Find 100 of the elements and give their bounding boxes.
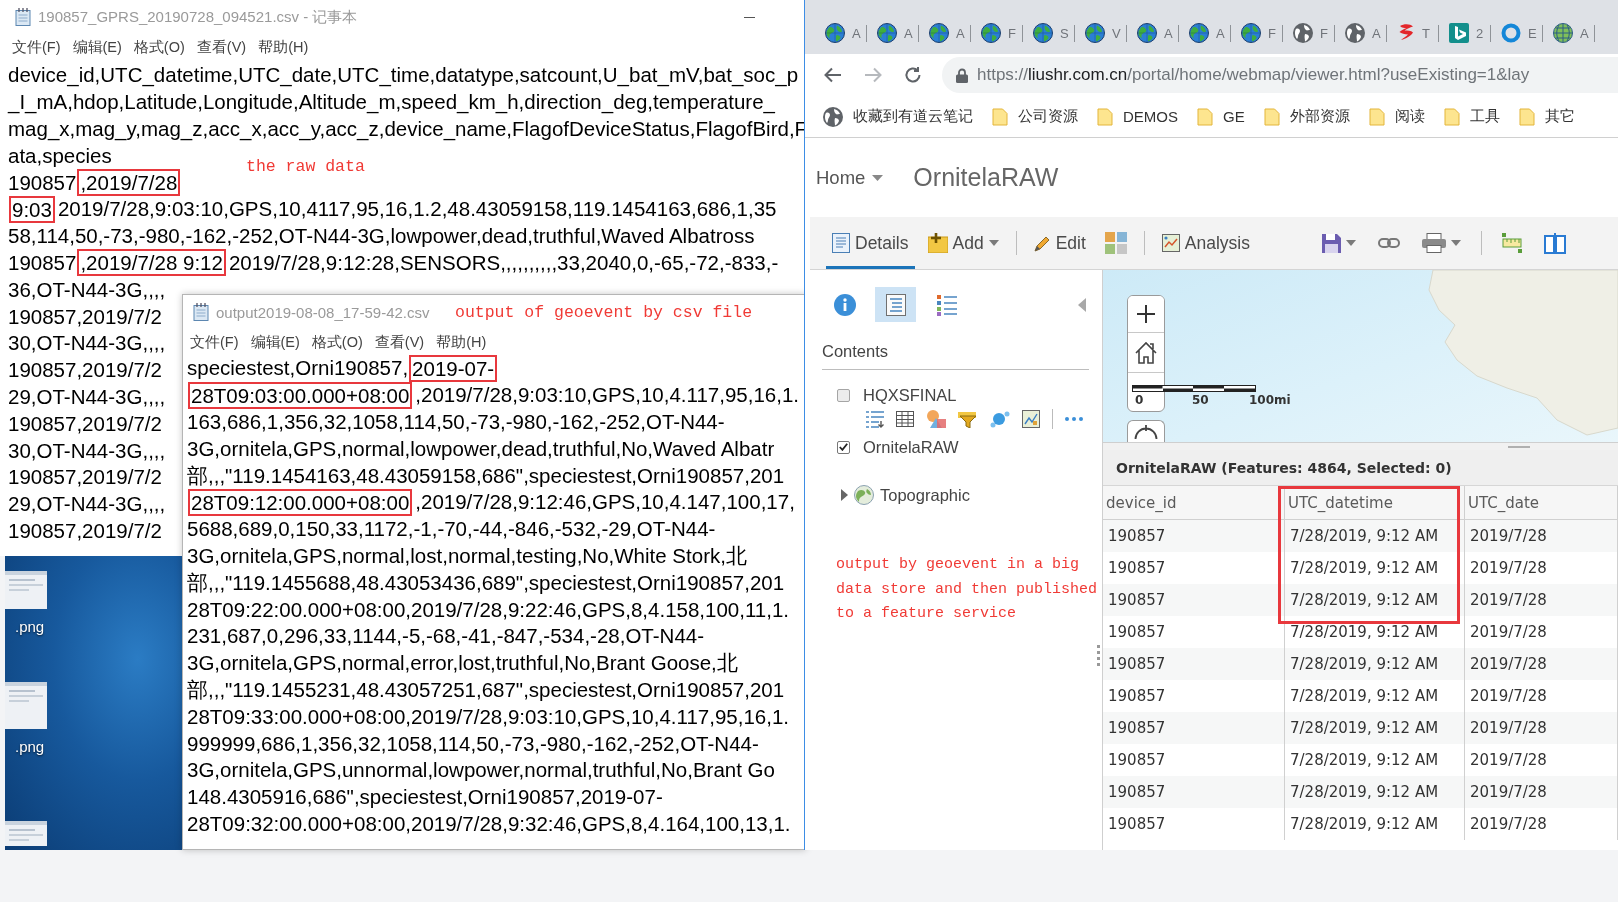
checkbox[interactable] bbox=[837, 388, 850, 402]
menu-item[interactable]: 文件(F) bbox=[190, 332, 239, 352]
file-thumbnail-icon bbox=[5, 821, 47, 846]
column-header[interactable]: device_id bbox=[1103, 486, 1285, 520]
bookmark-item[interactable]: 外部资源 bbox=[1263, 107, 1350, 126]
zoom-in-button[interactable] bbox=[1128, 296, 1164, 333]
menu-item[interactable]: 帮助(H) bbox=[258, 37, 309, 57]
home-menu[interactable]: Home bbox=[816, 166, 884, 189]
text-line: 231,687,0,296,33,1144,-5,-68,-41,-847,-534,-28,OT-N44- bbox=[187, 624, 704, 649]
table-cell: 2019/7/28 bbox=[1465, 648, 1618, 680]
home-icon bbox=[1134, 340, 1158, 365]
globe-icon bbox=[1345, 23, 1365, 43]
bookmark-item[interactable]: 阅读 bbox=[1368, 107, 1425, 126]
menu-item[interactable]: 编辑(E) bbox=[72, 37, 122, 57]
menu-item[interactable]: 格式(O) bbox=[133, 37, 185, 57]
layer-name[interactable]: OrnitelaRAW bbox=[863, 437, 959, 457]
table-cell: 7/28/2019, 9:12 AM bbox=[1285, 648, 1465, 680]
layer-name[interactable]: Topographic bbox=[880, 485, 970, 505]
browser-tab[interactable]: T bbox=[1387, 16, 1439, 50]
globe-icon bbox=[1085, 23, 1105, 43]
add-icon bbox=[927, 233, 948, 253]
resize-handle-icon[interactable] bbox=[1508, 445, 1530, 448]
caret-icon[interactable] bbox=[840, 489, 848, 501]
browser-tab[interactable]: 2 bbox=[1439, 16, 1491, 50]
file-name[interactable]: .png bbox=[5, 737, 45, 757]
collapse-icon bbox=[1078, 297, 1086, 312]
text-line: 36,OT-N44-3G,,,, bbox=[8, 277, 166, 302]
scale-label: 50 bbox=[1192, 393, 1209, 407]
add-button[interactable]: Add bbox=[921, 217, 1005, 269]
table-cell: 2019/7/28 bbox=[1465, 520, 1618, 552]
browser-tab[interactable]: F bbox=[1231, 16, 1283, 50]
list-icon[interactable] bbox=[866, 410, 884, 428]
map-view[interactable]: 0 50 100mi bbox=[1103, 270, 1618, 442]
checkbox[interactable] bbox=[837, 440, 850, 454]
collapse-button[interactable] bbox=[1078, 297, 1086, 312]
text-line: 190857,2019/7/2 bbox=[8, 518, 162, 543]
browser-tab[interactable]: F bbox=[971, 16, 1023, 50]
window-title: output2019-08-08_17-59-42.csv bbox=[216, 303, 430, 321]
address-bar[interactable]: https://liushr.com.cn/portal/home/webmap/viewer.html?useExisting=1&lay bbox=[942, 57, 1618, 93]
browser-tab[interactable]: A bbox=[1179, 16, 1231, 50]
locate-button[interactable] bbox=[1127, 420, 1165, 442]
folder-icon bbox=[1368, 107, 1385, 126]
menu-item[interactable]: 文件(F) bbox=[12, 37, 61, 57]
print-icon bbox=[1422, 233, 1446, 253]
browser-tab[interactable]: F bbox=[1283, 16, 1335, 50]
folder-icon bbox=[1097, 107, 1113, 126]
resize-grip-icon[interactable] bbox=[1097, 645, 1100, 667]
table-cell: 190857 bbox=[1103, 712, 1285, 744]
text-line: speciestest,Orni190857, bbox=[187, 356, 409, 381]
browser-tab[interactable]: A bbox=[867, 16, 919, 50]
browser-tab[interactable]: E bbox=[1491, 16, 1543, 50]
annotation-text: output of geoevent by csv file bbox=[455, 303, 753, 323]
menu-item[interactable]: 帮助(H) bbox=[436, 332, 487, 352]
file-thumbnail-icon bbox=[5, 571, 47, 609]
caret-icon bbox=[1451, 240, 1461, 246]
cluster-icon[interactable] bbox=[990, 410, 1010, 428]
menu-item[interactable]: 格式(O) bbox=[311, 332, 363, 352]
check-icon bbox=[839, 443, 848, 451]
text-line: 3G,ornitela,GPS,normal,lost,normal,testing,No,White Stork,北 bbox=[187, 543, 747, 569]
bookmark-item[interactable]: 收藏到有道云笔记 bbox=[823, 106, 973, 127]
column-header[interactable]: UTC_date bbox=[1465, 486, 1618, 520]
map-icon[interactable] bbox=[1022, 410, 1040, 428]
text-line: ,2019/7/28,9:12:46,GPS,10,4.147,100,17, bbox=[415, 490, 795, 515]
details-tab[interactable]: Details bbox=[826, 217, 915, 269]
browser-tab[interactable]: A bbox=[919, 16, 971, 50]
more-icon[interactable] bbox=[1065, 417, 1083, 421]
menu-item[interactable]: 查看(V) bbox=[196, 37, 247, 57]
table-cell: 2019/7/28 bbox=[1465, 776, 1618, 808]
analysis-button[interactable]: Analysis bbox=[1155, 217, 1256, 269]
back-icon bbox=[824, 67, 842, 83]
menu-item[interactable]: 编辑(E) bbox=[250, 332, 300, 352]
text-line: mag_x,mag_y,mag_z,acc_x,acc_y,acc_z,device_name,FlagofDeviceStatus,FlagofBird,F bbox=[8, 117, 808, 141]
caret-icon bbox=[872, 174, 884, 181]
highlighted-text: 28T09:12:00.000+08:00 bbox=[188, 488, 413, 516]
browser-tab[interactable]: S bbox=[1023, 16, 1075, 50]
edit-button[interactable]: Edit bbox=[1027, 217, 1092, 269]
filter-icon[interactable] bbox=[958, 410, 978, 428]
folder-icon bbox=[1518, 107, 1535, 126]
browser-tab[interactable]: A bbox=[1543, 16, 1595, 50]
table-cell: 7/28/2019, 9:12 AM bbox=[1285, 712, 1465, 744]
bookmark-item[interactable]: GE bbox=[1197, 107, 1245, 126]
text-line: 3G,ornitela,GPS,normal,lowpower,dead,truthful,No,Waved Albatr bbox=[187, 436, 775, 461]
browser-tab[interactable]: A bbox=[1335, 16, 1387, 50]
shapes-icon[interactable] bbox=[926, 409, 946, 429]
browser-tab[interactable]: A bbox=[815, 16, 867, 50]
bookmark-item[interactable]: 公司资源 bbox=[992, 107, 1078, 126]
url-text: https://liushr.com.cn/portal/home/webmap/viewer.html?useExisting=1&lay bbox=[977, 65, 1530, 85]
bookmark-item[interactable]: 工具 bbox=[1443, 107, 1500, 126]
details-icon bbox=[832, 233, 850, 253]
menu-item[interactable]: 查看(V) bbox=[374, 332, 425, 352]
browser-tab[interactable]: A bbox=[1127, 16, 1179, 50]
file-name[interactable]: .png bbox=[5, 617, 45, 637]
globe-icon bbox=[1033, 23, 1053, 43]
panel-tab[interactable] bbox=[875, 287, 916, 322]
bookmark-item[interactable]: DEMOS bbox=[1097, 107, 1178, 126]
table-icon[interactable] bbox=[896, 411, 914, 427]
bookmark-item[interactable]: 其它 bbox=[1518, 107, 1575, 126]
browser-tab[interactable]: V bbox=[1075, 16, 1127, 50]
globe-icon bbox=[981, 23, 1001, 43]
layer-name[interactable]: HQXSFINAL bbox=[863, 385, 957, 405]
